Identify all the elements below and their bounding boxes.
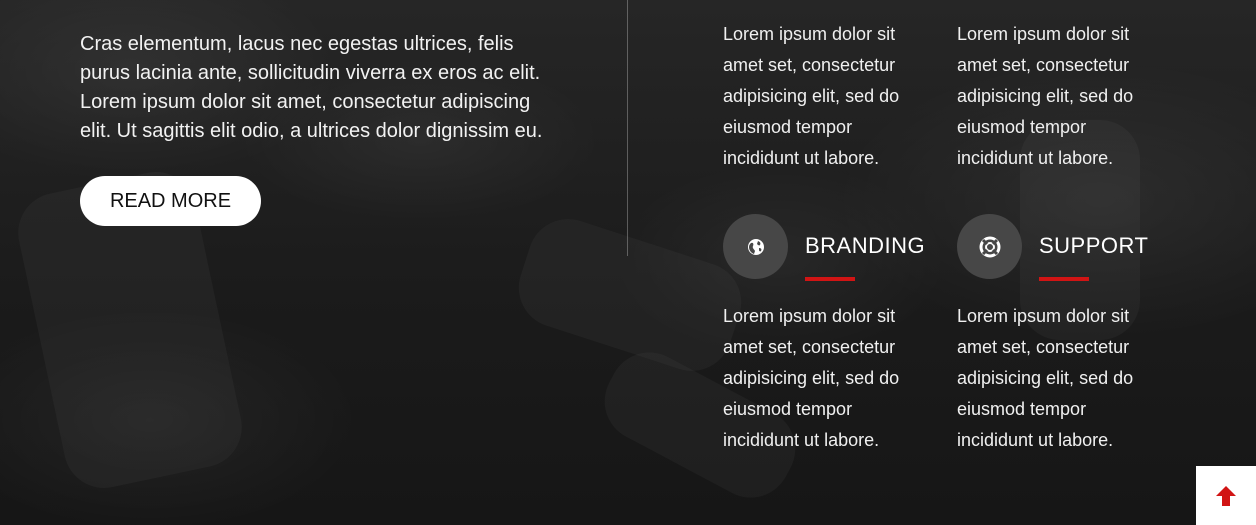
branding-accent-bar xyxy=(805,277,855,281)
read-more-button[interactable]: READ MORE xyxy=(80,176,261,226)
vertical-divider xyxy=(627,0,628,256)
support-accent-bar xyxy=(1039,277,1089,281)
feature-text-top-left: Lorem ipsum dolor sit amet set, consecte… xyxy=(723,24,900,168)
arrow-up-icon xyxy=(1216,485,1236,506)
support-icon-circle xyxy=(957,214,1022,279)
support-text: Lorem ipsum dolor sit amet set, consecte… xyxy=(957,306,1134,450)
intro-text: Cras elementum, lacus nec egestas ultric… xyxy=(80,33,543,142)
bg-chair-shape xyxy=(508,209,751,382)
globe-icon xyxy=(747,238,764,255)
feature-text-top-right: Lorem ipsum dolor sit amet set, consecte… xyxy=(957,24,1134,168)
branding-icon-circle xyxy=(723,214,788,279)
branding-title: BRANDING xyxy=(805,233,926,258)
support-title: SUPPORT xyxy=(1039,233,1149,258)
scroll-to-top-button[interactable] xyxy=(1196,466,1256,525)
branding-text: Lorem ipsum dolor sit amet set, consecte… xyxy=(723,306,900,450)
lifebuoy-icon xyxy=(979,236,1000,257)
